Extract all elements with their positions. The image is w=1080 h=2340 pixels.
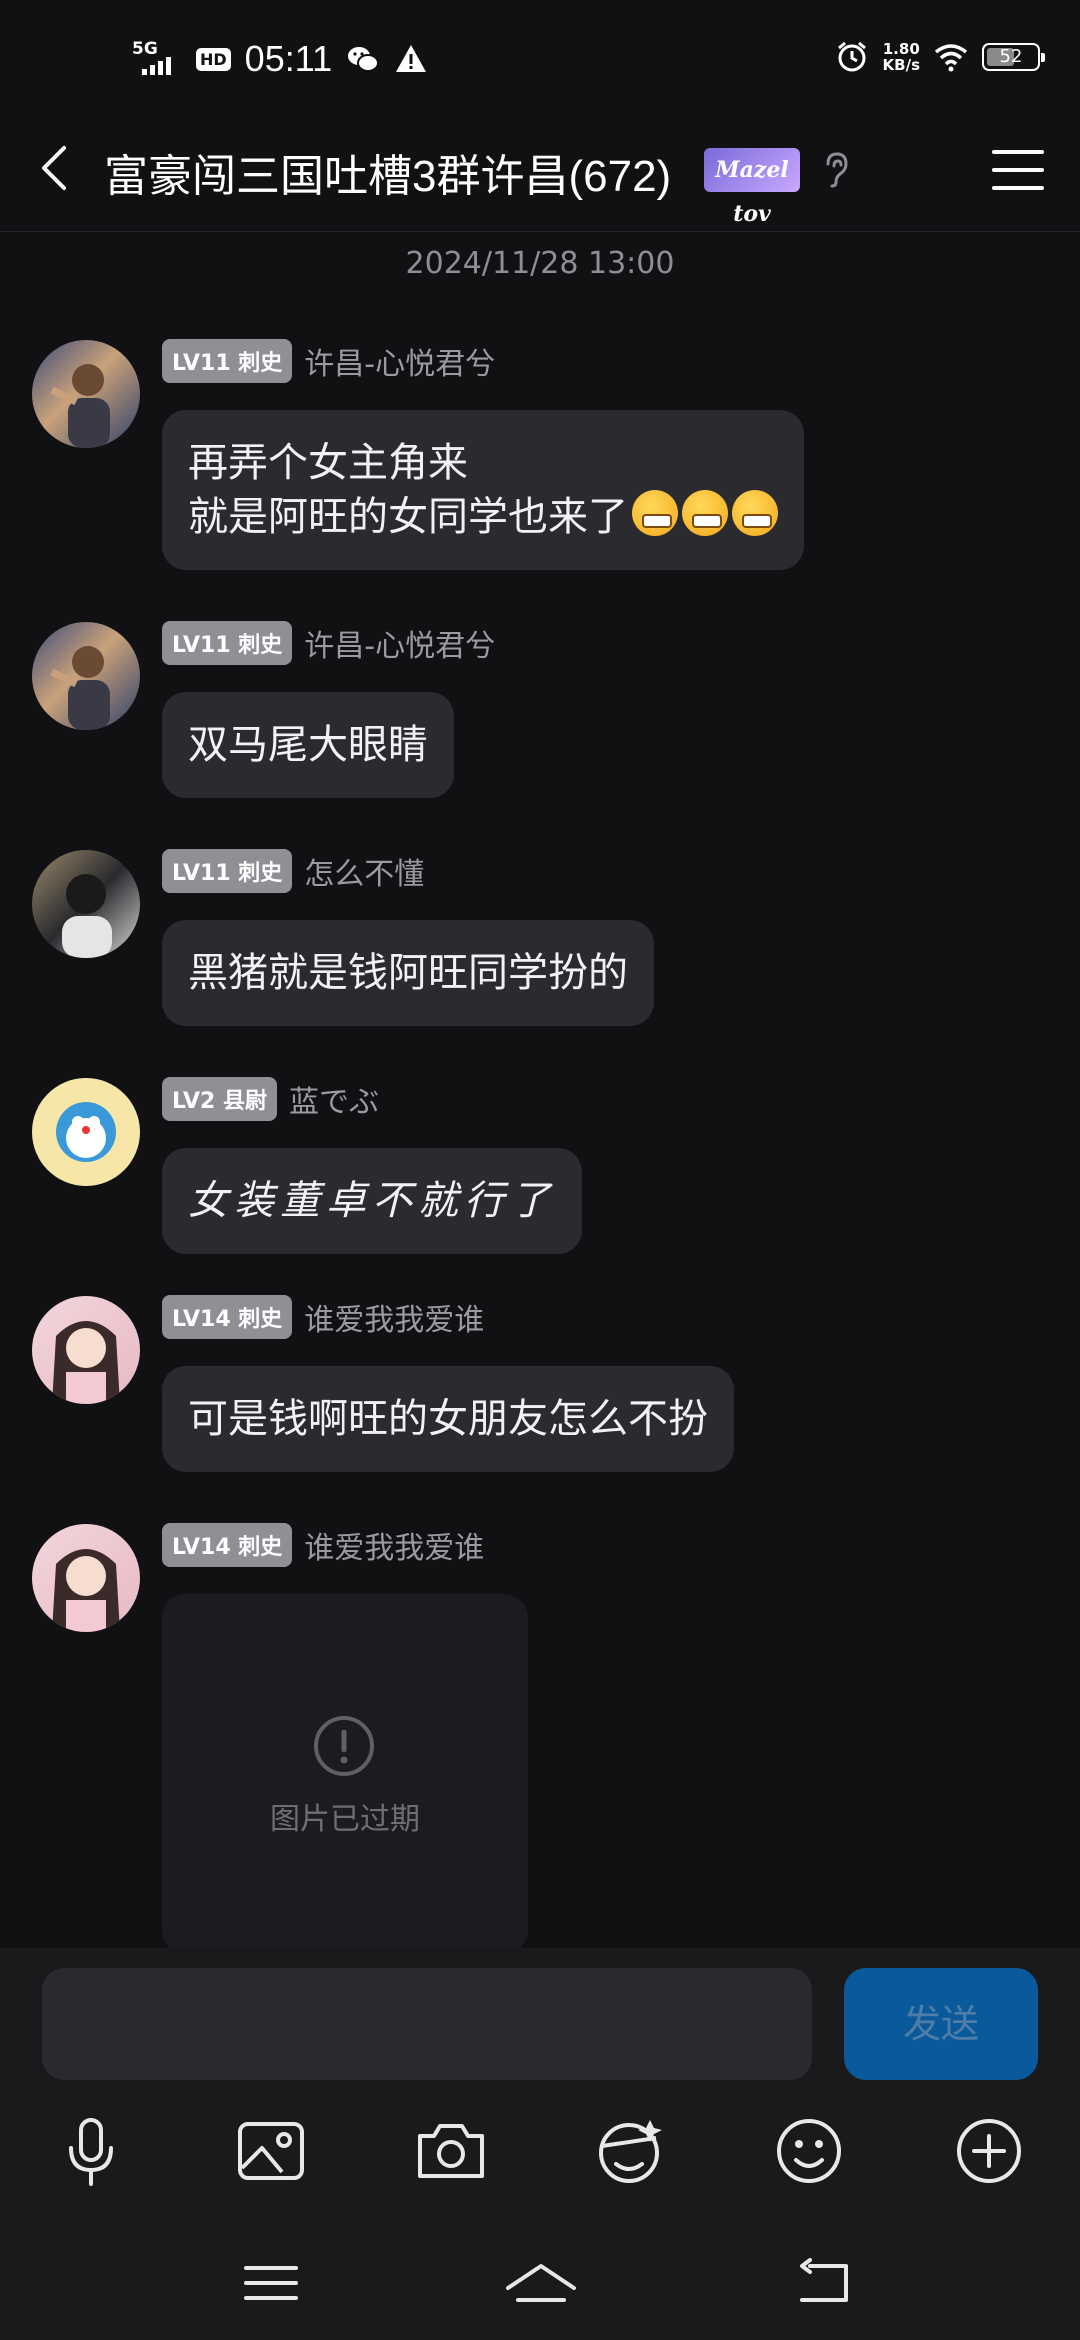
message-text: 双马尾大眼睛 — [188, 722, 428, 768]
message-bubble[interactable]: 再弄个女主角来 就是阿旺的女同学也来了 — [162, 410, 804, 570]
sender-name[interactable]: 谁爱我我爱谁 — [304, 1295, 484, 1339]
emoji-icon[interactable] — [764, 2106, 854, 2196]
expired-image-placeholder[interactable]: 图片已过期 — [162, 1594, 528, 1954]
level-badge: LV11 刺史 — [162, 339, 293, 383]
back-arrow-icon[interactable] — [28, 138, 88, 198]
wechat-icon — [348, 47, 380, 72]
recent-apps-icon[interactable] — [226, 2238, 316, 2328]
alert-circle-icon — [314, 1716, 374, 1776]
level-badge: LV14 刺史 — [162, 1295, 293, 1339]
message-text: 再弄个女主角来 就是阿旺的女同学也来了 — [188, 440, 628, 540]
message-input[interactable] — [42, 1968, 812, 2080]
message-bubble[interactable]: 女装董卓不就行了 — [162, 1148, 582, 1254]
plus-icon[interactable] — [944, 2106, 1034, 2196]
microphone-icon[interactable] — [46, 2106, 136, 2196]
sender-name[interactable]: 怎么不懂 — [304, 849, 424, 893]
signal-icon: 5G — [132, 39, 182, 79]
level-badge: LV14 刺史 — [162, 1523, 293, 1567]
grinning-emoji-icon — [682, 490, 728, 536]
avatar[interactable] — [32, 850, 140, 958]
battery-indicator: 52 — [982, 43, 1045, 71]
avatar[interactable] — [32, 1524, 140, 1632]
level-badge: LV2 县尉 — [162, 1077, 277, 1121]
input-area: 发送 — [0, 1948, 1080, 2340]
group-title[interactable]: 富豪闯三国吐槽3群许昌(672) — [104, 140, 671, 204]
message-bubble[interactable]: 黑猪就是钱阿旺同学扮的 — [162, 920, 654, 1026]
sender-name[interactable]: 许昌-心悦君兮 — [304, 339, 495, 383]
send-button[interactable]: 发送 — [844, 1968, 1038, 2080]
network-type: 5G — [132, 39, 158, 59]
sender-name[interactable]: 许昌-心悦君兮 — [304, 621, 495, 665]
message-text: 女装董卓不就行了 — [188, 1178, 556, 1224]
message-text: 黑猪就是钱阿旺同学扮的 — [188, 950, 628, 996]
sender-name[interactable]: 蓝でぶ — [289, 1077, 379, 1121]
camera-icon[interactable] — [406, 2106, 496, 2196]
earpiece-icon[interactable] — [818, 148, 854, 192]
hd-badge: HD — [196, 47, 231, 71]
avatar[interactable] — [32, 1296, 140, 1404]
sticker-icon[interactable] — [584, 2106, 674, 2196]
home-icon[interactable] — [496, 2238, 586, 2328]
wifi-icon — [934, 44, 968, 72]
menu-icon[interactable] — [986, 142, 1050, 198]
message-bubble[interactable]: 双马尾大眼睛 — [162, 692, 454, 798]
system-navbar — [0, 2238, 1080, 2338]
network-speed: 1.80 KB/s — [882, 40, 920, 74]
title-bar: 富豪闯三国吐槽3群许昌(672) Mazel tov — [0, 120, 1080, 232]
clock: 05:11 — [244, 38, 333, 79]
input-toolbar — [0, 2106, 1080, 2210]
level-badge: LV11 刺史 — [162, 621, 293, 665]
message-bubble[interactable]: 可是钱啊旺的女朋友怎么不扮 — [162, 1366, 734, 1472]
warning-icon — [396, 45, 427, 72]
message-text: 可是钱啊旺的女朋友怎么不扮 — [188, 1396, 708, 1442]
level-badge: LV11 刺史 — [162, 849, 293, 893]
group-badge: Mazel tov — [704, 148, 800, 227]
avatar[interactable] — [32, 340, 140, 448]
back-icon[interactable] — [778, 2238, 868, 2328]
status-bar: 5G HD 05:11 1.80 KB/s 52 — [0, 0, 1080, 120]
image-icon[interactable] — [226, 2106, 316, 2196]
avatar[interactable] — [32, 622, 140, 730]
grinning-emoji-icon — [732, 490, 778, 536]
avatar[interactable] — [32, 1078, 140, 1186]
alarm-icon — [837, 41, 866, 72]
expired-image-text: 图片已过期 — [270, 1802, 420, 1837]
sender-name[interactable]: 谁爱我我爱谁 — [304, 1523, 484, 1567]
timestamp: 2024/11/28 13:00 — [405, 246, 675, 281]
grinning-emoji-icon — [632, 490, 678, 536]
